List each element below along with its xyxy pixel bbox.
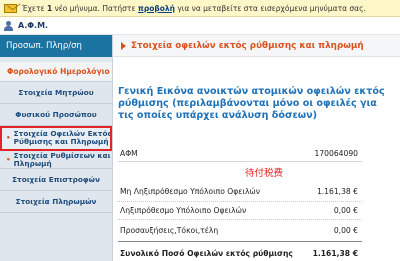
sidebar-item-refunds[interactable]: Στοιχεία Επιστροφών — [0, 169, 112, 191]
sidebar-item-debts-outside-settlement[interactable]: • Στοιχεία Οφειλών Εκτός Ρύθμισης και Πλη… — [0, 126, 112, 151]
total-label: Συνολικό Ποσό Οφειλών εκτός ρύθμισης — [120, 248, 293, 258]
row-value: 1.161,38 € — [316, 187, 358, 196]
notification-text: νέο μήνυμα. Πατήστε — [54, 3, 136, 13]
notification-text-end: για να μεταβείτε στα εισερχόμενα μηνύματ… — [177, 3, 366, 13]
debts-table: ΑΦΜ 170064090 待付税费 Μη Ληξιπρόθεσμο Υπόλο… — [118, 145, 362, 261]
table-row-afm: ΑΦΜ 170064090 — [118, 145, 362, 162]
row-label: Μη Ληξιπρόθεσμο Υπόλοιπο Οφειλών — [120, 187, 261, 196]
row-label: Ληξιπρόθεσμο Υπόλοιπο Οφειλών — [120, 206, 247, 215]
view-messages-link[interactable]: προβολή — [138, 4, 175, 13]
sidebar-item-registry[interactable]: Στοιχεία Μητρώου — [0, 82, 112, 104]
sidebar-item-payments[interactable]: Στοιχεία Πληρωμών — [0, 191, 112, 213]
bullet-icon: • — [6, 133, 11, 142]
sidebar-item-natural-person[interactable]: Φυσικού Προσώπου — [0, 104, 112, 126]
user-label: Α.Φ.Μ. — [18, 21, 49, 30]
notification-bar: Έχετε 1 νέο μήνυμα. Πατήστε προβολή για … — [0, 0, 400, 17]
row-value: 0,00 € — [333, 206, 358, 215]
afm-value: 170064090 — [314, 148, 358, 158]
section-header-title: Στοιχεία οφειλών εκτός ρύθμισης και πληρ… — [131, 40, 364, 51]
row-label: Προσαυξήσεις,Τόκοι,τέλη — [120, 226, 219, 235]
notification-prefix: Έχετε — [22, 3, 45, 13]
table-row: Μη Ληξιπρόθεσμο Υπόλοιπο Οφειλών 1.161,3… — [118, 182, 362, 202]
section-header: Στοιχεία οφειλών εκτός ρύθμισης και πληρ… — [113, 35, 400, 57]
user-bar: Α.Φ.Μ. — [0, 17, 400, 35]
page-title: Γενική Εικόνα ανοικτών ατομικών οφειλών … — [118, 86, 385, 121]
annotation-area: 待付税费 — [118, 162, 362, 182]
row-value: 0,00 € — [333, 226, 358, 235]
triangle-arrow-icon — [121, 41, 126, 50]
envelope-icon — [4, 3, 17, 13]
table-row: Προσαυξήσεις,Τόκοι,τέλη 0,00 € — [118, 220, 362, 242]
sidebar-item-label: Στοιχεία Ρυθμίσεων και Πληρωμή — [13, 150, 111, 168]
bullet-icon: • — [6, 154, 11, 164]
annotation-text: 待付税费 — [245, 168, 284, 179]
afm-label: ΑΦΜ — [120, 148, 138, 158]
sidebar-category-tax-calendar[interactable]: Φορολογικό Ημερολόγιο — [0, 62, 112, 82]
total-value: 1.161,38 € — [312, 248, 358, 258]
sidebar-item-label: Στοιχεία Οφειλών Εκτός Ρύθμισης και Πληρ… — [13, 129, 112, 146]
table-row: Ληξιπρόθεσμο Υπόλοιπο Οφειλών 0,00 € — [118, 202, 362, 220]
sidebar-item-settlements[interactable]: • Στοιχεία Ρυθμίσεων και Πληρωμή — [0, 151, 112, 169]
user-icon — [4, 20, 13, 31]
sidebar-header[interactable]: Προσωπ. Πληρ/ση — [0, 35, 112, 57]
table-row-total: Συνολικό Ποσό Οφειλών εκτός ρύθμισης 1.1… — [118, 242, 362, 261]
notification-count: 1 — [46, 3, 53, 13]
sidebar: Προσωπ. Πληρ/ση Φορολογικό Ημερολόγιο Στ… — [0, 35, 113, 261]
